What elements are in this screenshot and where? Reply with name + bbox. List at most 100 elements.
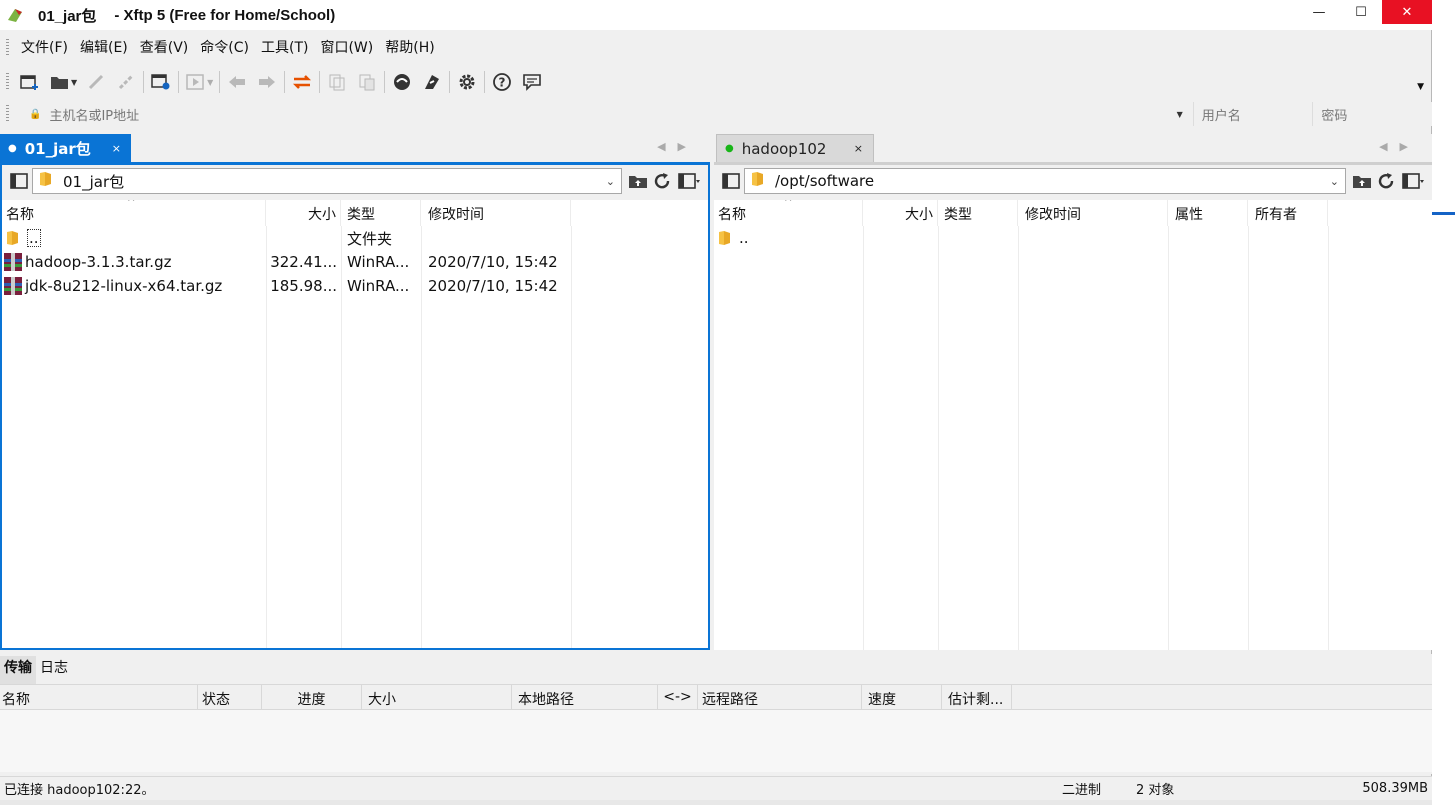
menu-edit[interactable]: 编辑(E)	[74, 36, 134, 60]
file-size: 185.98...	[270, 277, 337, 295]
back-icon	[222, 68, 252, 96]
col-attributes[interactable]: 属性	[1168, 200, 1248, 226]
local-tabstrip: ● 01_jar包 × ◀▶	[0, 134, 710, 162]
refresh-icon[interactable]	[650, 169, 674, 193]
background-strip	[0, 800, 1432, 805]
xshell-icon[interactable]	[387, 68, 417, 96]
settings-icon[interactable]	[452, 68, 482, 96]
toolbar-separator	[319, 71, 321, 93]
transfer-mode[interactable]: 二进制	[1062, 779, 1136, 798]
menu-window[interactable]: 窗口(W)	[314, 36, 379, 60]
file-name-cell: ..	[2, 229, 266, 247]
col-type[interactable]: 类型	[938, 200, 1018, 226]
remote-pane: ● hadoop102 × ◀▶ /opt/software ⌄ ^ 名称 大小…	[714, 134, 1432, 650]
file-row[interactable]: jdk-8u212-linux-x64.tar.gz 185.98... Win…	[2, 274, 708, 298]
toolbar-separator	[284, 71, 286, 93]
maximize-button[interactable]: ☐	[1340, 0, 1382, 24]
col-modified[interactable]: 修改时间	[1018, 200, 1168, 226]
tab-log[interactable]: 日志	[36, 656, 72, 684]
remote-tab-label: hadoop102	[741, 139, 827, 158]
close-tab-icon[interactable]: ×	[112, 142, 121, 155]
close-tab-icon[interactable]: ×	[854, 142, 863, 155]
menu-help[interactable]: 帮助(H)	[379, 36, 440, 60]
folder-icon	[39, 171, 53, 191]
refresh-icon[interactable]	[1374, 169, 1398, 193]
toolbar: ▼ ▼ ? ▼	[0, 66, 1432, 98]
xftp-icon[interactable]	[417, 68, 447, 96]
menu-bar: 文件(F) 编辑(E) 查看(V) 命令(C) 工具(T) 窗口(W) 帮助(H…	[0, 34, 1432, 62]
file-type: 文件夹	[347, 229, 393, 248]
password-placeholder: 密码	[1321, 108, 1348, 124]
toolbar-separator	[384, 71, 386, 93]
feedback-icon[interactable]	[517, 68, 547, 96]
col-remote-path[interactable]: 远程路径	[698, 685, 862, 709]
menu-file[interactable]: 文件(F)	[15, 36, 74, 60]
tab-scroll-arrows[interactable]: ◀▶	[657, 140, 698, 153]
col-size[interactable]: 大小	[863, 200, 938, 226]
path-dropdown-icon[interactable]: ⌄	[1330, 175, 1339, 188]
open-dropdown-icon[interactable]: ▼	[71, 78, 77, 87]
col-size[interactable]: 大小	[362, 685, 512, 709]
col-size[interactable]: 大小	[266, 200, 341, 226]
minimize-button[interactable]: —	[1298, 0, 1340, 24]
panel-toggle-icon[interactable]	[6, 169, 32, 193]
col-type[interactable]: 类型	[341, 200, 421, 226]
username-placeholder: 用户名	[1201, 108, 1241, 124]
file-name: hadoop-3.1.3.tar.gz	[25, 253, 172, 271]
col-name[interactable]: 名称	[0, 685, 198, 709]
username-input[interactable]: 用户名	[1192, 102, 1313, 126]
col-modified[interactable]: 修改时间	[421, 200, 571, 226]
parent-folder-icon[interactable]	[1350, 169, 1374, 193]
new-session-icon[interactable]	[15, 68, 45, 96]
properties-icon[interactable]	[146, 68, 176, 96]
host-dropdown-icon[interactable]: ▼	[1177, 110, 1183, 119]
connect-icon	[81, 68, 111, 96]
local-tab-label: 01_jar包	[24, 139, 91, 158]
total-size: 508.39MB	[1362, 781, 1428, 796]
lock-icon: 🔒	[28, 108, 42, 120]
col-progress[interactable]: 进度	[262, 685, 362, 709]
transfer-column-header: 名称 状态 进度 大小 本地路径 <-> 远程路径 速度 估计剩...	[0, 684, 1432, 710]
help-icon[interactable]: ?	[487, 68, 517, 96]
panel-toggle-icon[interactable]	[718, 169, 744, 193]
remote-path-input[interactable]: /opt/software ⌄	[744, 168, 1346, 194]
tab-scroll-arrows[interactable]: ◀▶	[1379, 140, 1420, 153]
file-name: jdk-8u212-linux-x64.tar.gz	[25, 277, 223, 295]
menu-command[interactable]: 命令(C)	[194, 36, 255, 60]
connection-status: 已连接 hadoop102:22。	[4, 783, 155, 798]
password-input[interactable]: 密码	[1312, 102, 1433, 126]
col-status[interactable]: 状态	[198, 685, 262, 709]
local-path-input[interactable]: 01_jar包 ⌄	[32, 168, 622, 194]
close-window-button[interactable]: ✕	[1382, 0, 1432, 24]
sync-icon[interactable]	[287, 68, 317, 96]
file-row[interactable]: hadoop-3.1.3.tar.gz 322.41... WinRA... 2…	[2, 250, 708, 274]
toolbar-separator	[449, 71, 451, 93]
col-eta[interactable]: 估计剩...	[942, 685, 1012, 709]
file-row-parent[interactable]: .. 文件夹	[2, 226, 708, 250]
file-type: WinRA...	[347, 277, 410, 295]
view-mode-icon[interactable]	[1398, 169, 1428, 193]
file-row-parent[interactable]: ..	[714, 226, 1432, 250]
host-input[interactable]: 🔒 主机名或IP地址 ▼	[18, 102, 1193, 126]
folder-icon	[718, 229, 736, 247]
menu-tools[interactable]: 工具(T)	[255, 36, 314, 60]
tab-remote-session[interactable]: ● hadoop102 ×	[716, 134, 874, 162]
parent-folder-icon[interactable]	[626, 169, 650, 193]
tab-transfer[interactable]: 传输	[0, 656, 36, 684]
col-local-path[interactable]: 本地路径	[512, 685, 658, 709]
local-path-row: 01_jar包 ⌄	[2, 165, 708, 197]
file-name-cell: hadoop-3.1.3.tar.gz	[2, 253, 266, 271]
tab-local-folder[interactable]: ● 01_jar包 ×	[0, 134, 131, 162]
menu-view[interactable]: 查看(V)	[134, 36, 195, 60]
local-path-tools	[626, 169, 704, 193]
sort-asc-icon: ^	[784, 200, 793, 208]
view-mode-icon[interactable]	[674, 169, 704, 193]
path-dropdown-icon[interactable]: ⌄	[606, 175, 615, 188]
folder-icon	[751, 171, 765, 191]
col-owner[interactable]: 所有者	[1248, 200, 1328, 226]
col-direction[interactable]: <->	[658, 685, 698, 709]
col-speed[interactable]: 速度	[862, 685, 942, 709]
object-count: 2 对象	[1136, 783, 1175, 798]
toolbar-overflow-icon[interactable]: ▼	[1417, 82, 1424, 92]
xftp-window: 01_jar包 - Xftp 5 (Free for Home/School) …	[0, 0, 1433, 800]
